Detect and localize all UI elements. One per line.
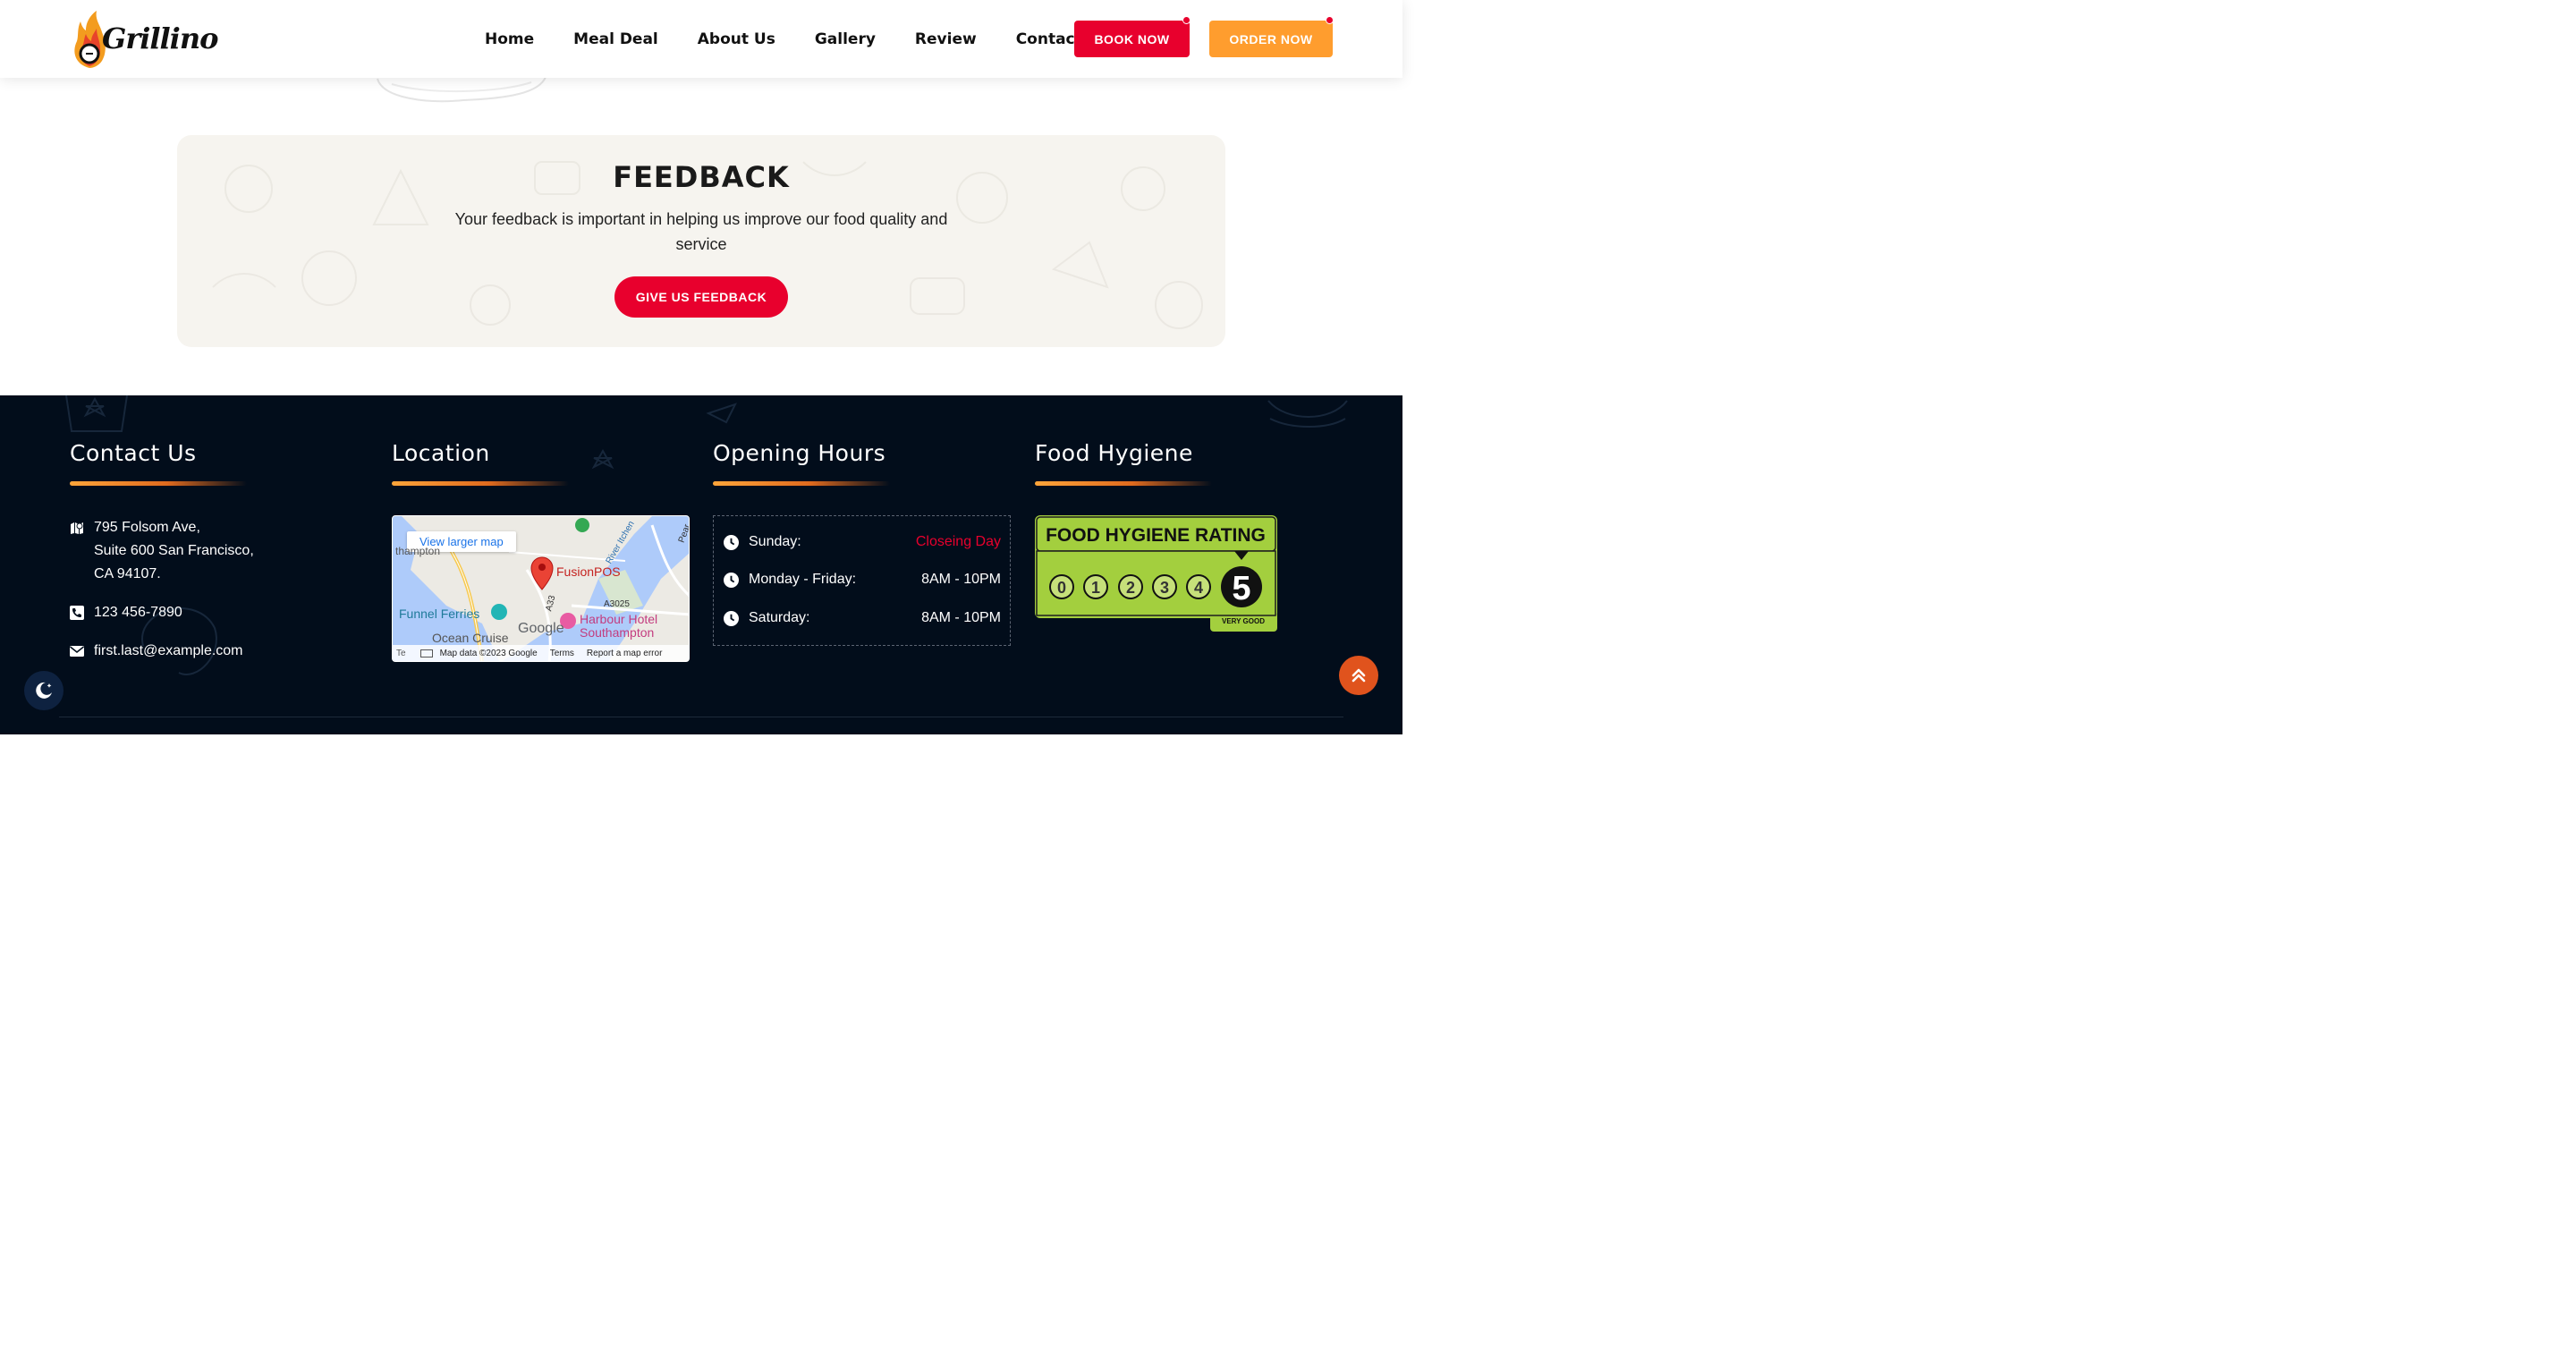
opening-hours-box: Sunday: Closeing Day Monday - Friday: 8A… [713, 515, 1011, 646]
address-line: Suite 600 San Francisco, [94, 543, 254, 558]
hours-row: Saturday: 8AM - 10PM [724, 607, 1001, 629]
clock-icon [724, 572, 739, 588]
map-label-city: thampton [395, 545, 441, 557]
feedback-section: FEEDBACK Your feedback is important in h… [177, 135, 1225, 347]
logo[interactable]: Grillino [70, 9, 218, 70]
book-now-button[interactable]: BOOK NOW [1074, 16, 1191, 57]
site-footer: Contact Us 795 Folsom Ave, Suite 600 San… [0, 395, 1402, 734]
feedback-description: Your feedback is important in helping us… [454, 210, 948, 253]
location-column: Location [392, 440, 569, 486]
site-header: Grillino Home Meal Deal About Us Gallery… [0, 0, 1402, 78]
phone-row[interactable]: 123 456-7890 [70, 601, 254, 624]
map-report-link[interactable]: Report a map error [587, 649, 662, 658]
google-logo: Google [518, 621, 564, 636]
clock-icon [724, 610, 739, 626]
nav-gallery[interactable]: Gallery [815, 30, 876, 48]
hours-day: Sunday: [749, 534, 801, 549]
title-underline [392, 481, 569, 486]
fhr-score-0: 0 [1057, 579, 1066, 597]
dark-mode-toggle[interactable] [24, 671, 64, 710]
nav-home[interactable]: Home [485, 30, 534, 48]
map-marker-icon [71, 522, 83, 534]
fhr-score-4: 4 [1194, 579, 1203, 597]
map-label-hotel: Harbour Hotel [580, 612, 658, 626]
notification-dot [1326, 16, 1334, 24]
map-label-ferries: Funnel Ferries [399, 607, 480, 621]
phone-text: 123 456-7890 [94, 605, 182, 620]
nav-about-us[interactable]: About Us [698, 30, 775, 48]
map-attribution-bar: Te Map data ©2023 Google Terms Report a … [393, 645, 689, 661]
hours-title: Opening Hours [713, 440, 886, 466]
hours-row: Monday - Friday: 8AM - 10PM [724, 569, 1001, 590]
order-now-button[interactable]: ORDER NOW [1209, 16, 1334, 57]
nav-meal-deal[interactable]: Meal Deal [573, 30, 658, 48]
logo-text: Grillino [102, 21, 218, 55]
food-hygiene-rating-badge: FOOD HYGIENE RATING 0 1 2 3 4 5 VERY GOO… [1035, 515, 1277, 632]
fhr-score-3: 3 [1160, 579, 1169, 597]
fhr-score-2: 2 [1126, 579, 1135, 597]
hours-time: 8AM - 10PM [921, 572, 1001, 587]
address-line: CA 94107. [94, 566, 161, 581]
address-row: 795 Folsom Ave, Suite 600 San Francisco,… [70, 516, 254, 586]
phone-icon [70, 606, 84, 620]
map-label-hotel-2: Southampton [580, 625, 655, 640]
address-text: 795 Folsom Ave, Suite 600 San Francisco,… [94, 516, 254, 586]
title-underline [70, 481, 247, 486]
map-data-text: Map data ©2023 Google [439, 648, 538, 658]
contact-title: Contact Us [70, 440, 197, 466]
order-now-label: ORDER NOW [1229, 31, 1313, 47]
hours-time: Closeing Day [915, 534, 1001, 549]
hours-day: Saturday: [749, 610, 810, 625]
keyboard-icon[interactable] [419, 649, 433, 658]
location-title: Location [392, 440, 490, 466]
hours-column: Opening Hours [713, 440, 890, 486]
feedback-title: FEEDBACK [613, 160, 790, 194]
map-place-label: FusionPOS [556, 564, 621, 579]
google-map[interactable]: View larger map FusionPOS Funnel Ferries… [392, 515, 690, 662]
scroll-to-top-button[interactable] [1339, 656, 1378, 695]
contact-list: 795 Folsom Ave, Suite 600 San Francisco,… [70, 516, 254, 663]
envelope-icon [70, 646, 84, 657]
fhr-badge-title: FOOD HYGIENE RATING [1046, 525, 1266, 546]
hours-day: Monday - Friday: [749, 572, 857, 587]
title-underline [713, 481, 890, 486]
contact-column: Contact Us 795 Folsom Ave, Suite 600 San… [70, 440, 254, 678]
moon-icon [36, 682, 52, 699]
fhr-rating-text: VERY GOOD [1222, 617, 1265, 625]
double-chevron-up-icon [1352, 668, 1366, 683]
map-terms-link[interactable]: Terms [550, 649, 574, 658]
map-label-cruise: Ocean Cruise [432, 631, 509, 645]
notification-dot [1182, 16, 1191, 24]
fhr-rating-value: 5 [1232, 570, 1250, 607]
map-label-road: A3025 [604, 599, 630, 609]
give-feedback-button[interactable]: GIVE US FEEDBACK [614, 276, 788, 318]
hygiene-column: Food Hygiene [1035, 440, 1212, 486]
title-underline [1035, 481, 1212, 486]
fhr-score-1: 1 [1091, 579, 1100, 597]
map-label-te: Te [396, 648, 406, 658]
nav-review[interactable]: Review [915, 30, 977, 48]
hours-row: Sunday: Closeing Day [724, 531, 1001, 553]
main-nav: Home Meal Deal About Us Gallery Review C… [465, 0, 1148, 78]
email-row[interactable]: first.last@example.com [70, 640, 254, 663]
clock-icon [724, 534, 739, 550]
email-text: first.last@example.com [94, 643, 243, 658]
book-now-label: BOOK NOW [1094, 31, 1170, 47]
hours-time: 8AM - 10PM [921, 610, 1001, 625]
hygiene-title: Food Hygiene [1035, 440, 1193, 466]
address-line: 795 Folsom Ave, [94, 520, 200, 535]
